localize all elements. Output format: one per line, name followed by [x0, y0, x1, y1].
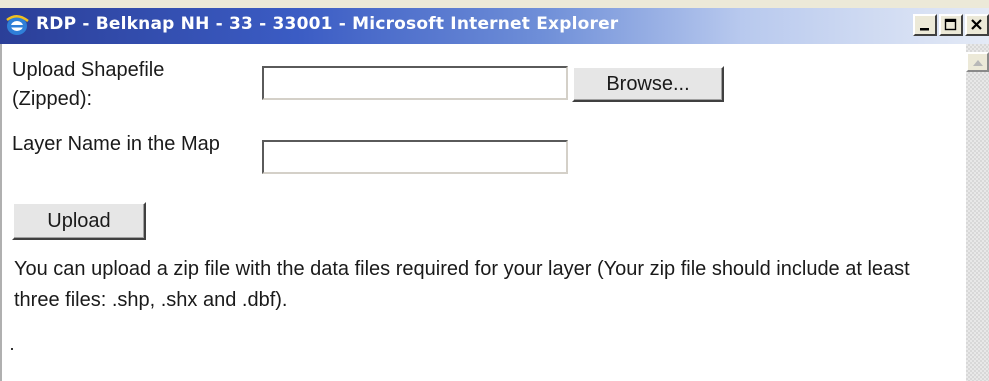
scroll-up-button[interactable]: [966, 52, 989, 72]
window-title: RDP - Belknap NH - 33 - 33001 - Microsof…: [36, 14, 619, 34]
upload-shapefile-label: Upload Shapefile (Zipped):: [12, 59, 165, 110]
close-icon: [971, 19, 982, 30]
vertical-scrollbar[interactable]: [966, 44, 989, 381]
minimize-button[interactable]: [913, 14, 937, 36]
minimize-icon: [920, 28, 929, 31]
maximize-icon: [944, 18, 957, 31]
upload-button[interactable]: Upload: [12, 202, 146, 240]
ie-icon: [4, 14, 30, 38]
layer-name-input[interactable]: [262, 140, 568, 174]
maximize-button[interactable]: [939, 14, 963, 36]
upload-file-input[interactable]: [262, 66, 568, 100]
browser-window: RDP - Belknap NH - 33 - 33001 - Microsof…: [0, 0, 989, 381]
close-button[interactable]: [965, 14, 989, 36]
window-controls: [911, 14, 989, 40]
upload-instructions: You can upload a zip file with the data …: [14, 258, 910, 311]
browse-button[interactable]: Browse...: [572, 66, 724, 102]
arrow-up-icon: [973, 60, 983, 66]
page-content: Upload Shapefile (Zipped): Browse... Lay…: [0, 44, 966, 381]
title-bar[interactable]: RDP - Belknap NH - 33 - 33001 - Microsof…: [0, 8, 989, 44]
stray-dot: [11, 348, 13, 350]
layer-name-label: Layer Name in the Map: [12, 133, 220, 155]
